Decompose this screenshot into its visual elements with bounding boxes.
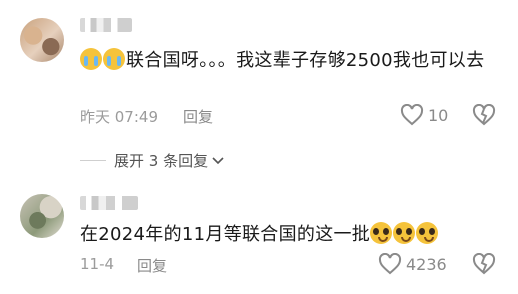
comment-text: 联合国呀。。。我这辈子存够2500我也可以去 [80, 48, 490, 74]
chevron-down-icon [212, 152, 224, 170]
heart-icon [400, 104, 424, 126]
expand-replies-button[interactable]: 展开 3 条回复 [80, 150, 224, 171]
divider [80, 160, 106, 161]
like-count: 10 [428, 105, 449, 125]
pleading-face-icon [370, 222, 393, 244]
pleading-face-icon [416, 222, 439, 244]
expand-replies-label: 展开 3 条回复 [114, 152, 209, 170]
like-button[interactable]: 10 [400, 104, 448, 126]
broken-heart-icon [472, 253, 496, 275]
comment-text: 在2024年的11月等联合国的这一批 [80, 222, 500, 248]
like-button[interactable]: 4236 [378, 253, 447, 275]
comment-timestamp: 昨天 07:49 [80, 108, 158, 126]
pleading-face-icon [393, 222, 416, 244]
comment-timestamp: 11-4 [80, 255, 115, 273]
dislike-button[interactable] [472, 104, 496, 126]
username-blurred[interactable] [80, 196, 138, 210]
like-count: 4236 [406, 254, 447, 274]
avatar[interactable] [20, 194, 64, 238]
reply-button[interactable]: 回复 [137, 255, 167, 276]
avatar[interactable] [20, 18, 64, 62]
crying-face-icon [103, 48, 125, 70]
username-blurred[interactable] [80, 18, 132, 32]
reply-button[interactable]: 回复 [183, 106, 213, 127]
heart-icon [378, 253, 402, 275]
broken-heart-icon [472, 104, 496, 126]
dislike-button[interactable] [472, 253, 496, 275]
crying-face-icon [80, 48, 102, 70]
